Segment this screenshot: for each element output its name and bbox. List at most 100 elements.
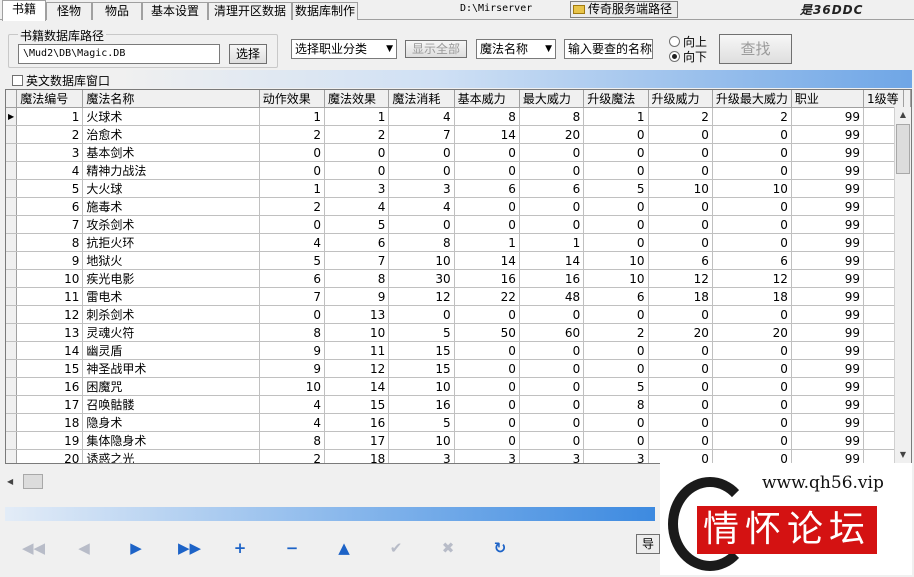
table-cell[interactable]: 0 bbox=[648, 125, 713, 144]
table-cell[interactable]: 0 bbox=[712, 377, 792, 396]
table-cell[interactable]: 12 bbox=[388, 287, 455, 306]
table-cell[interactable]: 16 bbox=[388, 395, 455, 414]
table-cell[interactable]: 6 bbox=[583, 287, 649, 306]
table-cell[interactable]: 0 bbox=[583, 215, 649, 234]
table-cell[interactable]: 0 bbox=[519, 431, 585, 450]
table-cell[interactable]: 10 bbox=[324, 323, 390, 342]
table-cell[interactable]: 0 bbox=[648, 233, 713, 252]
table-cell[interactable]: 0 bbox=[454, 359, 520, 378]
column-header[interactable]: 动作效果 bbox=[259, 90, 325, 108]
tab-clear-server-data[interactable]: 清理开区数据 bbox=[208, 2, 292, 20]
table-cell[interactable]: 30 bbox=[388, 269, 455, 288]
table-cell[interactable]: 抗拒火环 bbox=[82, 233, 260, 252]
table-cell[interactable]: 2 bbox=[259, 449, 325, 463]
column-header[interactable]: 职业 bbox=[791, 90, 865, 108]
table-cell[interactable]: 3 bbox=[324, 179, 390, 198]
table-cell[interactable]: 1 bbox=[324, 107, 390, 126]
table-cell[interactable]: 雷电术 bbox=[82, 287, 260, 306]
table-cell[interactable]: 5 bbox=[583, 179, 649, 198]
table-row[interactable]: 12 刺杀剑术 0 13 0 0 0 0 0 0 99 bbox=[6, 305, 911, 324]
table-cell[interactable]: 0 bbox=[712, 143, 792, 162]
table-cell[interactable]: 0 bbox=[519, 413, 585, 432]
row-indicator[interactable] bbox=[6, 179, 18, 198]
column-header[interactable]: 升级魔法 bbox=[583, 90, 649, 108]
table-cell[interactable]: 0 bbox=[519, 359, 585, 378]
scroll-thumb[interactable] bbox=[896, 124, 910, 174]
row-indicator[interactable] bbox=[6, 197, 18, 216]
table-row[interactable]: 4 精神力战法 0 0 0 0 0 0 0 0 99 bbox=[6, 161, 911, 180]
table-cell[interactable]: 4 bbox=[16, 161, 84, 180]
table-cell[interactable]: 召唤骷髅 bbox=[82, 395, 260, 414]
table-cell[interactable]: 99 bbox=[791, 179, 865, 198]
table-cell[interactable]: 5 bbox=[16, 179, 84, 198]
post-record-button[interactable]: ✔ bbox=[386, 538, 406, 558]
table-cell[interactable]: 施毒术 bbox=[82, 197, 260, 216]
table-cell[interactable]: 0 bbox=[519, 395, 585, 414]
search-button[interactable]: 查找 bbox=[719, 34, 792, 64]
table-cell[interactable]: 18 bbox=[16, 413, 84, 432]
row-indicator[interactable] bbox=[6, 215, 18, 234]
table-cell[interactable]: 4 bbox=[259, 395, 325, 414]
table-cell[interactable]: 7 bbox=[388, 125, 455, 144]
table-cell[interactable]: 0 bbox=[712, 413, 792, 432]
table-cell[interactable]: 0 bbox=[519, 197, 585, 216]
table-cell[interactable]: 4 bbox=[259, 233, 325, 252]
table-cell[interactable]: 4 bbox=[388, 107, 455, 126]
import-button[interactable]: 导入 bbox=[636, 534, 660, 554]
table-cell[interactable]: 9 bbox=[259, 341, 325, 360]
table-cell[interactable]: 99 bbox=[791, 431, 865, 450]
table-cell[interactable]: 0 bbox=[712, 197, 792, 216]
table-cell[interactable]: 集体隐身术 bbox=[82, 431, 260, 450]
row-indicator[interactable] bbox=[6, 305, 18, 324]
table-row[interactable]: 14 幽灵盾 9 11 15 0 0 0 0 0 99 bbox=[6, 341, 911, 360]
table-cell[interactable]: 13 bbox=[16, 323, 84, 342]
table-row[interactable]: 20 诱惑之光 2 18 3 3 3 3 0 0 99 bbox=[6, 449, 911, 463]
table-cell[interactable]: 0 bbox=[712, 431, 792, 450]
table-cell[interactable]: 0 bbox=[454, 395, 520, 414]
table-cell[interactable]: 0 bbox=[519, 161, 585, 180]
table-cell[interactable]: 6 bbox=[648, 251, 713, 270]
table-row[interactable]: 18 隐身术 4 16 5 0 0 0 0 0 99 bbox=[6, 413, 911, 432]
table-row[interactable]: 13 灵魂火符 8 10 5 50 60 2 20 20 99 bbox=[6, 323, 911, 342]
show-all-button[interactable]: 显示全部 bbox=[405, 40, 467, 58]
scroll-down-icon[interactable]: ▼ bbox=[895, 447, 911, 463]
vertical-scrollbar[interactable]: ▲ ▼ bbox=[894, 107, 911, 463]
table-cell[interactable]: 2 bbox=[16, 125, 84, 144]
table-cell[interactable]: 16 bbox=[324, 413, 390, 432]
table-cell[interactable]: 99 bbox=[791, 251, 865, 270]
table-cell[interactable]: 20 bbox=[519, 125, 585, 144]
table-cell[interactable]: 0 bbox=[648, 215, 713, 234]
table-cell[interactable]: 8 bbox=[259, 323, 325, 342]
table-cell[interactable]: 99 bbox=[791, 125, 865, 144]
table-cell[interactable]: 0 bbox=[454, 341, 520, 360]
table-cell[interactable]: 0 bbox=[583, 413, 649, 432]
row-indicator[interactable] bbox=[6, 395, 18, 414]
table-cell[interactable]: 18 bbox=[324, 449, 390, 463]
table-cell[interactable]: 疾光电影 bbox=[82, 269, 260, 288]
table-cell[interactable]: 0 bbox=[454, 215, 520, 234]
table-cell[interactable]: 6 bbox=[259, 269, 325, 288]
table-cell[interactable]: 0 bbox=[388, 143, 455, 162]
table-cell[interactable]: 99 bbox=[791, 269, 865, 288]
cancel-record-button[interactable]: ✖ bbox=[438, 538, 458, 558]
tab-basic-settings[interactable]: 基本设置 bbox=[142, 2, 208, 20]
table-cell[interactable]: 14 bbox=[16, 341, 84, 360]
table-cell[interactable]: 7 bbox=[16, 215, 84, 234]
insert-record-button[interactable]: + bbox=[230, 538, 250, 558]
table-cell[interactable]: 6 bbox=[519, 179, 585, 198]
table-cell[interactable]: 0 bbox=[324, 161, 390, 180]
table-cell[interactable]: 12 bbox=[324, 359, 390, 378]
table-cell[interactable]: 0 bbox=[712, 161, 792, 180]
table-cell[interactable]: 隐身术 bbox=[82, 413, 260, 432]
table-cell[interactable]: 10 bbox=[388, 251, 455, 270]
table-cell[interactable]: 0 bbox=[583, 359, 649, 378]
table-cell[interactable]: 99 bbox=[791, 341, 865, 360]
table-cell[interactable]: 0 bbox=[259, 161, 325, 180]
table-cell[interactable]: 0 bbox=[454, 161, 520, 180]
table-cell[interactable]: 8 bbox=[16, 233, 84, 252]
table-cell[interactable]: 18 bbox=[648, 287, 713, 306]
table-cell[interactable]: 1 bbox=[454, 233, 520, 252]
row-indicator[interactable] bbox=[6, 449, 18, 463]
table-cell[interactable]: 0 bbox=[712, 341, 792, 360]
table-cell[interactable]: 0 bbox=[648, 341, 713, 360]
